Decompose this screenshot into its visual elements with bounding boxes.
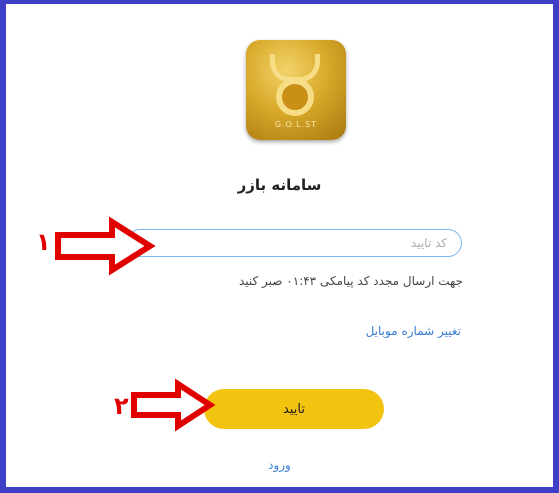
logo-text: G.O.L.ST (274, 120, 318, 129)
login-link[interactable]: ورود (6, 458, 553, 472)
step-1-arrow-icon (55, 216, 156, 276)
medal-icon (276, 78, 314, 116)
page-title: سامانه بازر (237, 176, 322, 194)
step-1-label: ۱ (36, 228, 51, 256)
resend-countdown-text: جهت ارسال مجدد کد پیامکی ۰۱:۴۳ صبر کنید (238, 274, 463, 288)
confirm-button[interactable]: تایید (204, 389, 384, 429)
login-panel: G.O.L.ST سامانه بازر جهت ارسال مجدد کد پ… (6, 4, 553, 487)
step-2-label: ۲ (114, 392, 129, 420)
step-2-arrow-icon (131, 378, 216, 432)
app-logo: G.O.L.ST (246, 40, 346, 140)
verification-code-input[interactable] (126, 229, 462, 257)
change-mobile-link[interactable]: تغییر شماره موبایل (366, 324, 461, 338)
